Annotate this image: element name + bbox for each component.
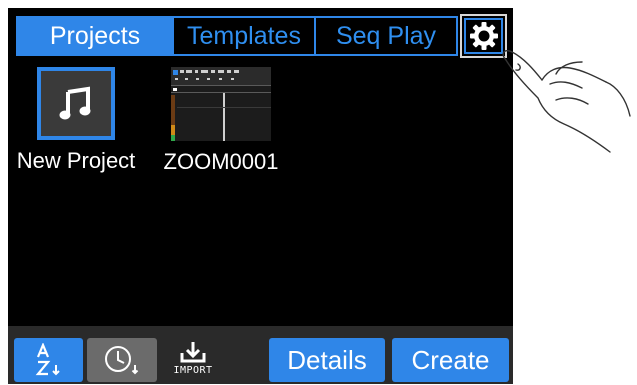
project-name: ZOOM0001 bbox=[163, 149, 279, 174]
track-view-preview bbox=[171, 67, 271, 141]
tab-projects[interactable]: Projects bbox=[18, 18, 174, 54]
sort-alphabetical-button[interactable] bbox=[14, 338, 83, 382]
project-thumbnail bbox=[171, 67, 271, 141]
details-button[interactable]: Details bbox=[269, 338, 385, 382]
import-label: IMPORT bbox=[173, 365, 213, 376]
project-tile-zoom0001[interactable]: ZOOM0001 bbox=[161, 67, 281, 175]
bottom-toolbar: IMPORT Details Create bbox=[8, 326, 513, 384]
clock-icon bbox=[105, 346, 139, 375]
import-button[interactable]: IMPORT bbox=[163, 334, 223, 382]
tab-seq-play[interactable]: Seq Play bbox=[316, 18, 456, 54]
tapping-hand-illustration bbox=[502, 50, 631, 153]
music-note-icon bbox=[59, 86, 91, 119]
tab-bar: Projects Templates Seq Play bbox=[16, 16, 458, 56]
device-screen: Projects Templates Seq Play New Project … bbox=[8, 8, 513, 384]
project-tile-new[interactable]: New Project bbox=[17, 67, 135, 174]
sort-alphabetical-icon bbox=[35, 343, 60, 376]
create-button[interactable]: Create bbox=[392, 338, 509, 382]
sort-by-time-button[interactable] bbox=[87, 338, 157, 382]
new-project-thumbnail bbox=[37, 67, 115, 140]
project-name: New Project bbox=[16, 148, 136, 173]
tab-templates[interactable]: Templates bbox=[174, 18, 316, 54]
import-icon bbox=[180, 342, 206, 363]
